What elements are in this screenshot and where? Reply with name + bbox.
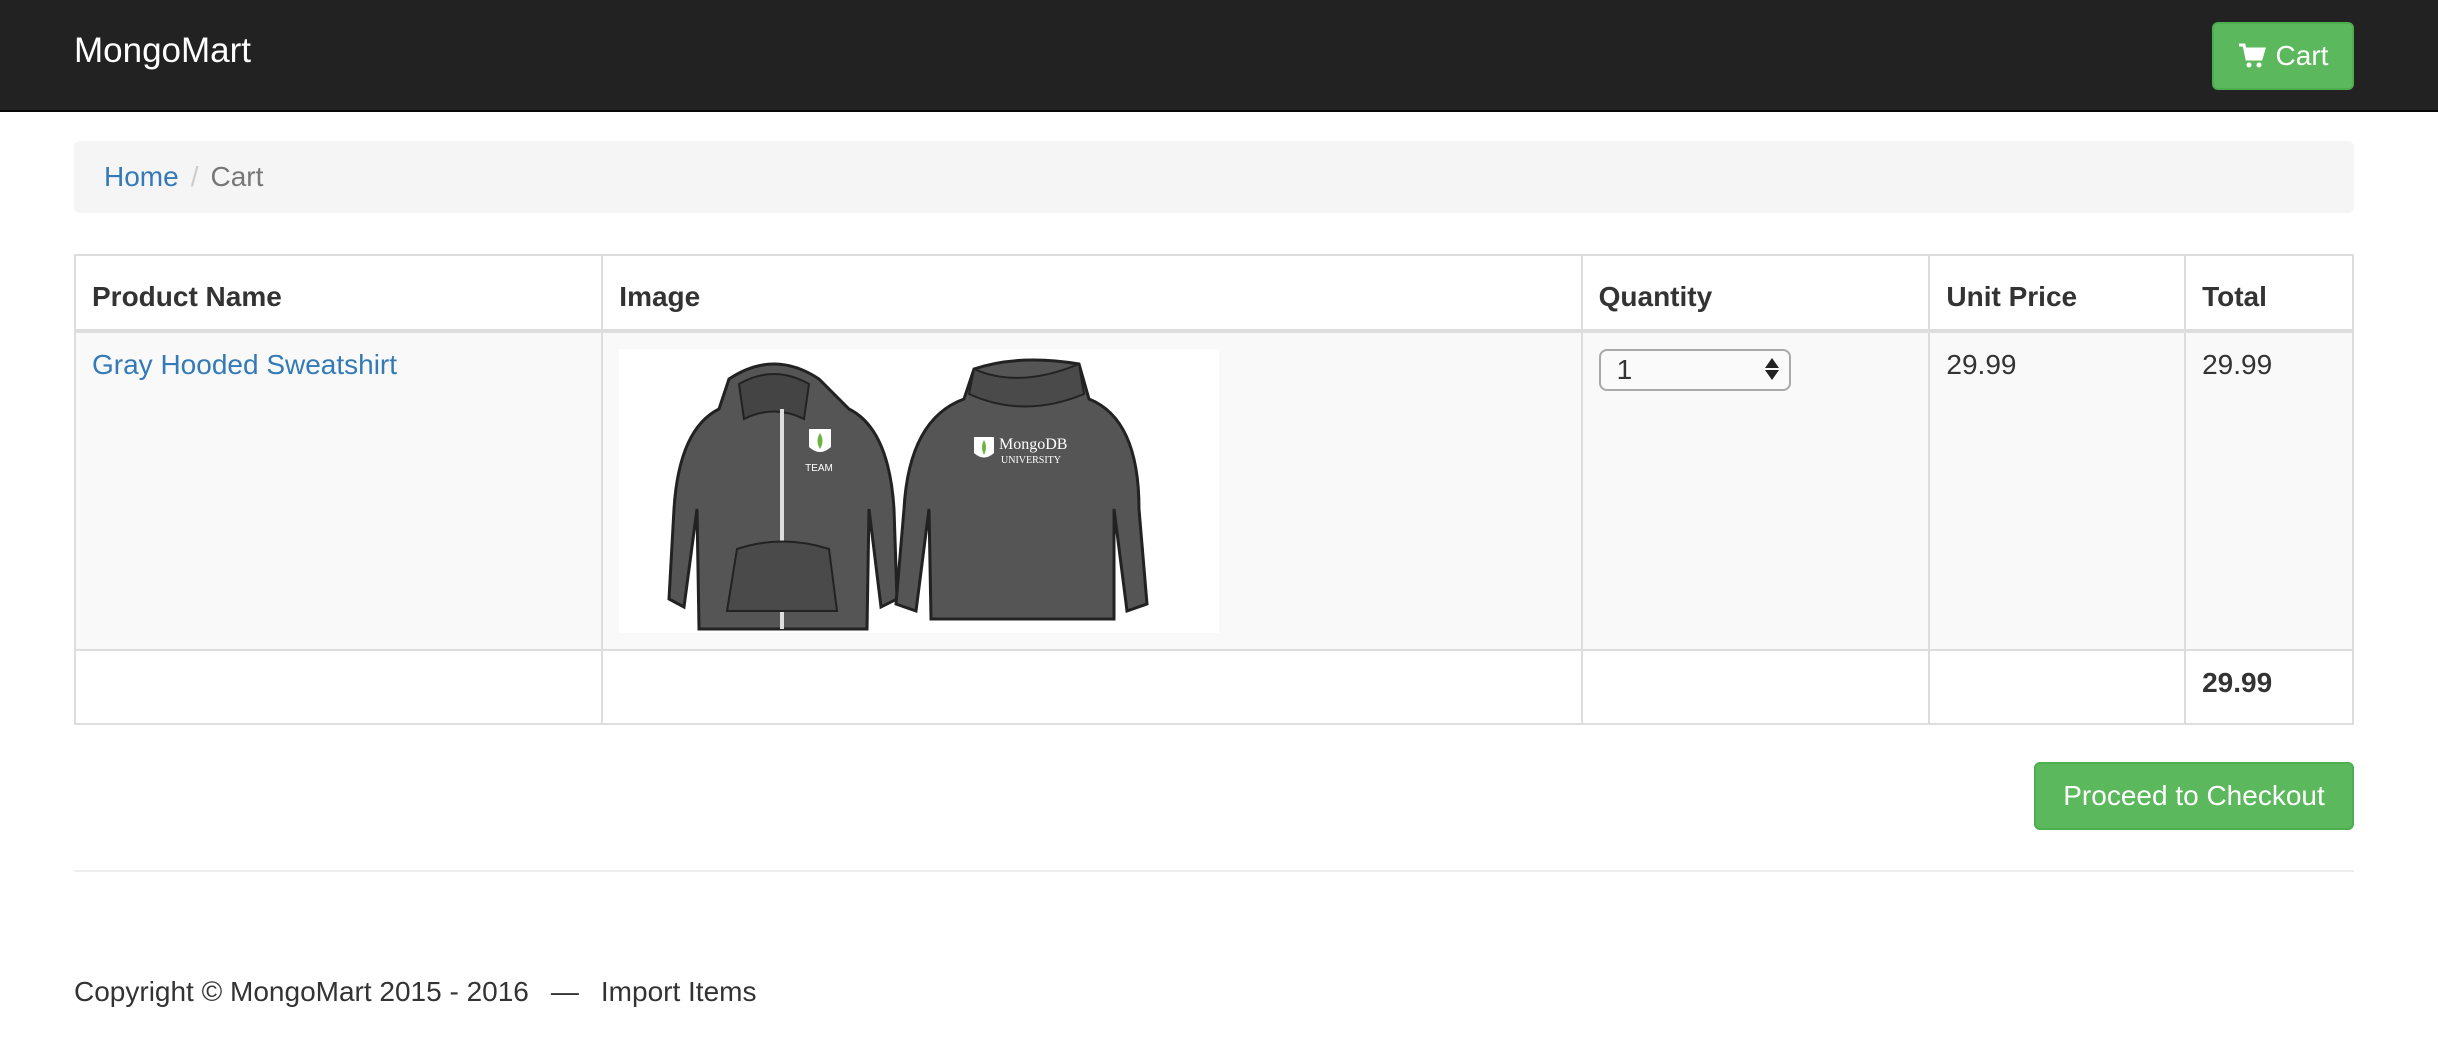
product-image-cell: TEAM MongoDB UNIVERSITY bbox=[601, 330, 1583, 651]
breadcrumb-home-link[interactable]: Home bbox=[104, 161, 179, 193]
import-items-link[interactable]: Import Items bbox=[601, 976, 757, 1008]
item-total-cell: 29.99 bbox=[2184, 330, 2354, 651]
cart-button-label: Cart bbox=[2275, 40, 2329, 71]
table-header-row: Product Name Image Quantity Unit Price T… bbox=[73, 254, 2354, 333]
copyright-text: Copyright © MongoMart 2015 - 2016 bbox=[74, 976, 529, 1007]
quantity-value: 1 bbox=[1616, 354, 1633, 385]
proceed-to-checkout-button[interactable]: Proceed to Checkout bbox=[2034, 762, 2354, 830]
cart-button[interactable]: Cart bbox=[2212, 22, 2354, 90]
header-product-name: Product Name bbox=[73, 254, 604, 333]
grand-total-cell: 29.99 bbox=[2184, 649, 2354, 725]
empty-cell bbox=[1928, 649, 2187, 725]
shopping-cart-icon bbox=[2238, 43, 2266, 68]
header-total: Total bbox=[2184, 254, 2354, 333]
footer-separator: — bbox=[550, 976, 579, 1007]
breadcrumb-current: Cart bbox=[210, 161, 264, 192]
unit-price-cell: 29.99 bbox=[1928, 330, 2187, 651]
header-image: Image bbox=[601, 254, 1583, 333]
breadcrumb: Home / Cart bbox=[74, 141, 2354, 213]
product-name-cell: Gray Hooded Sweatshirt bbox=[73, 330, 604, 651]
back-badge-text-1: MongoDB bbox=[999, 436, 1067, 453]
back-badge-text-2: UNIVERSITY bbox=[1001, 455, 1061, 466]
brand-logo[interactable]: MongoMart bbox=[74, 30, 251, 72]
front-badge-text: TEAM bbox=[805, 463, 833, 474]
navbar: MongoMart Cart bbox=[0, 0, 2438, 112]
cart-table: Product Name Image Quantity Unit Price T… bbox=[73, 254, 2354, 725]
select-arrows-icon bbox=[1764, 358, 1779, 380]
table-row: Gray Hooded Sweatshirt TEAM MongoDB UNIV… bbox=[73, 330, 2354, 651]
empty-cell bbox=[1580, 649, 1931, 725]
empty-cell bbox=[73, 649, 604, 725]
divider bbox=[74, 870, 2354, 872]
header-unit-price: Unit Price bbox=[1928, 254, 2187, 333]
quantity-select[interactable]: 1 bbox=[1598, 349, 1791, 391]
header-quantity: Quantity bbox=[1580, 254, 1931, 333]
product-image: TEAM MongoDB UNIVERSITY bbox=[619, 349, 1220, 633]
footer: Copyright © MongoMart 2015 - 2016 — Impo… bbox=[74, 976, 756, 1008]
product-link[interactable]: Gray Hooded Sweatshirt bbox=[92, 349, 397, 380]
quantity-cell: 1 bbox=[1580, 330, 1931, 651]
breadcrumb-separator: / bbox=[190, 161, 199, 192]
empty-cell bbox=[601, 649, 1583, 725]
grand-total-row: 29.99 bbox=[73, 649, 2354, 725]
